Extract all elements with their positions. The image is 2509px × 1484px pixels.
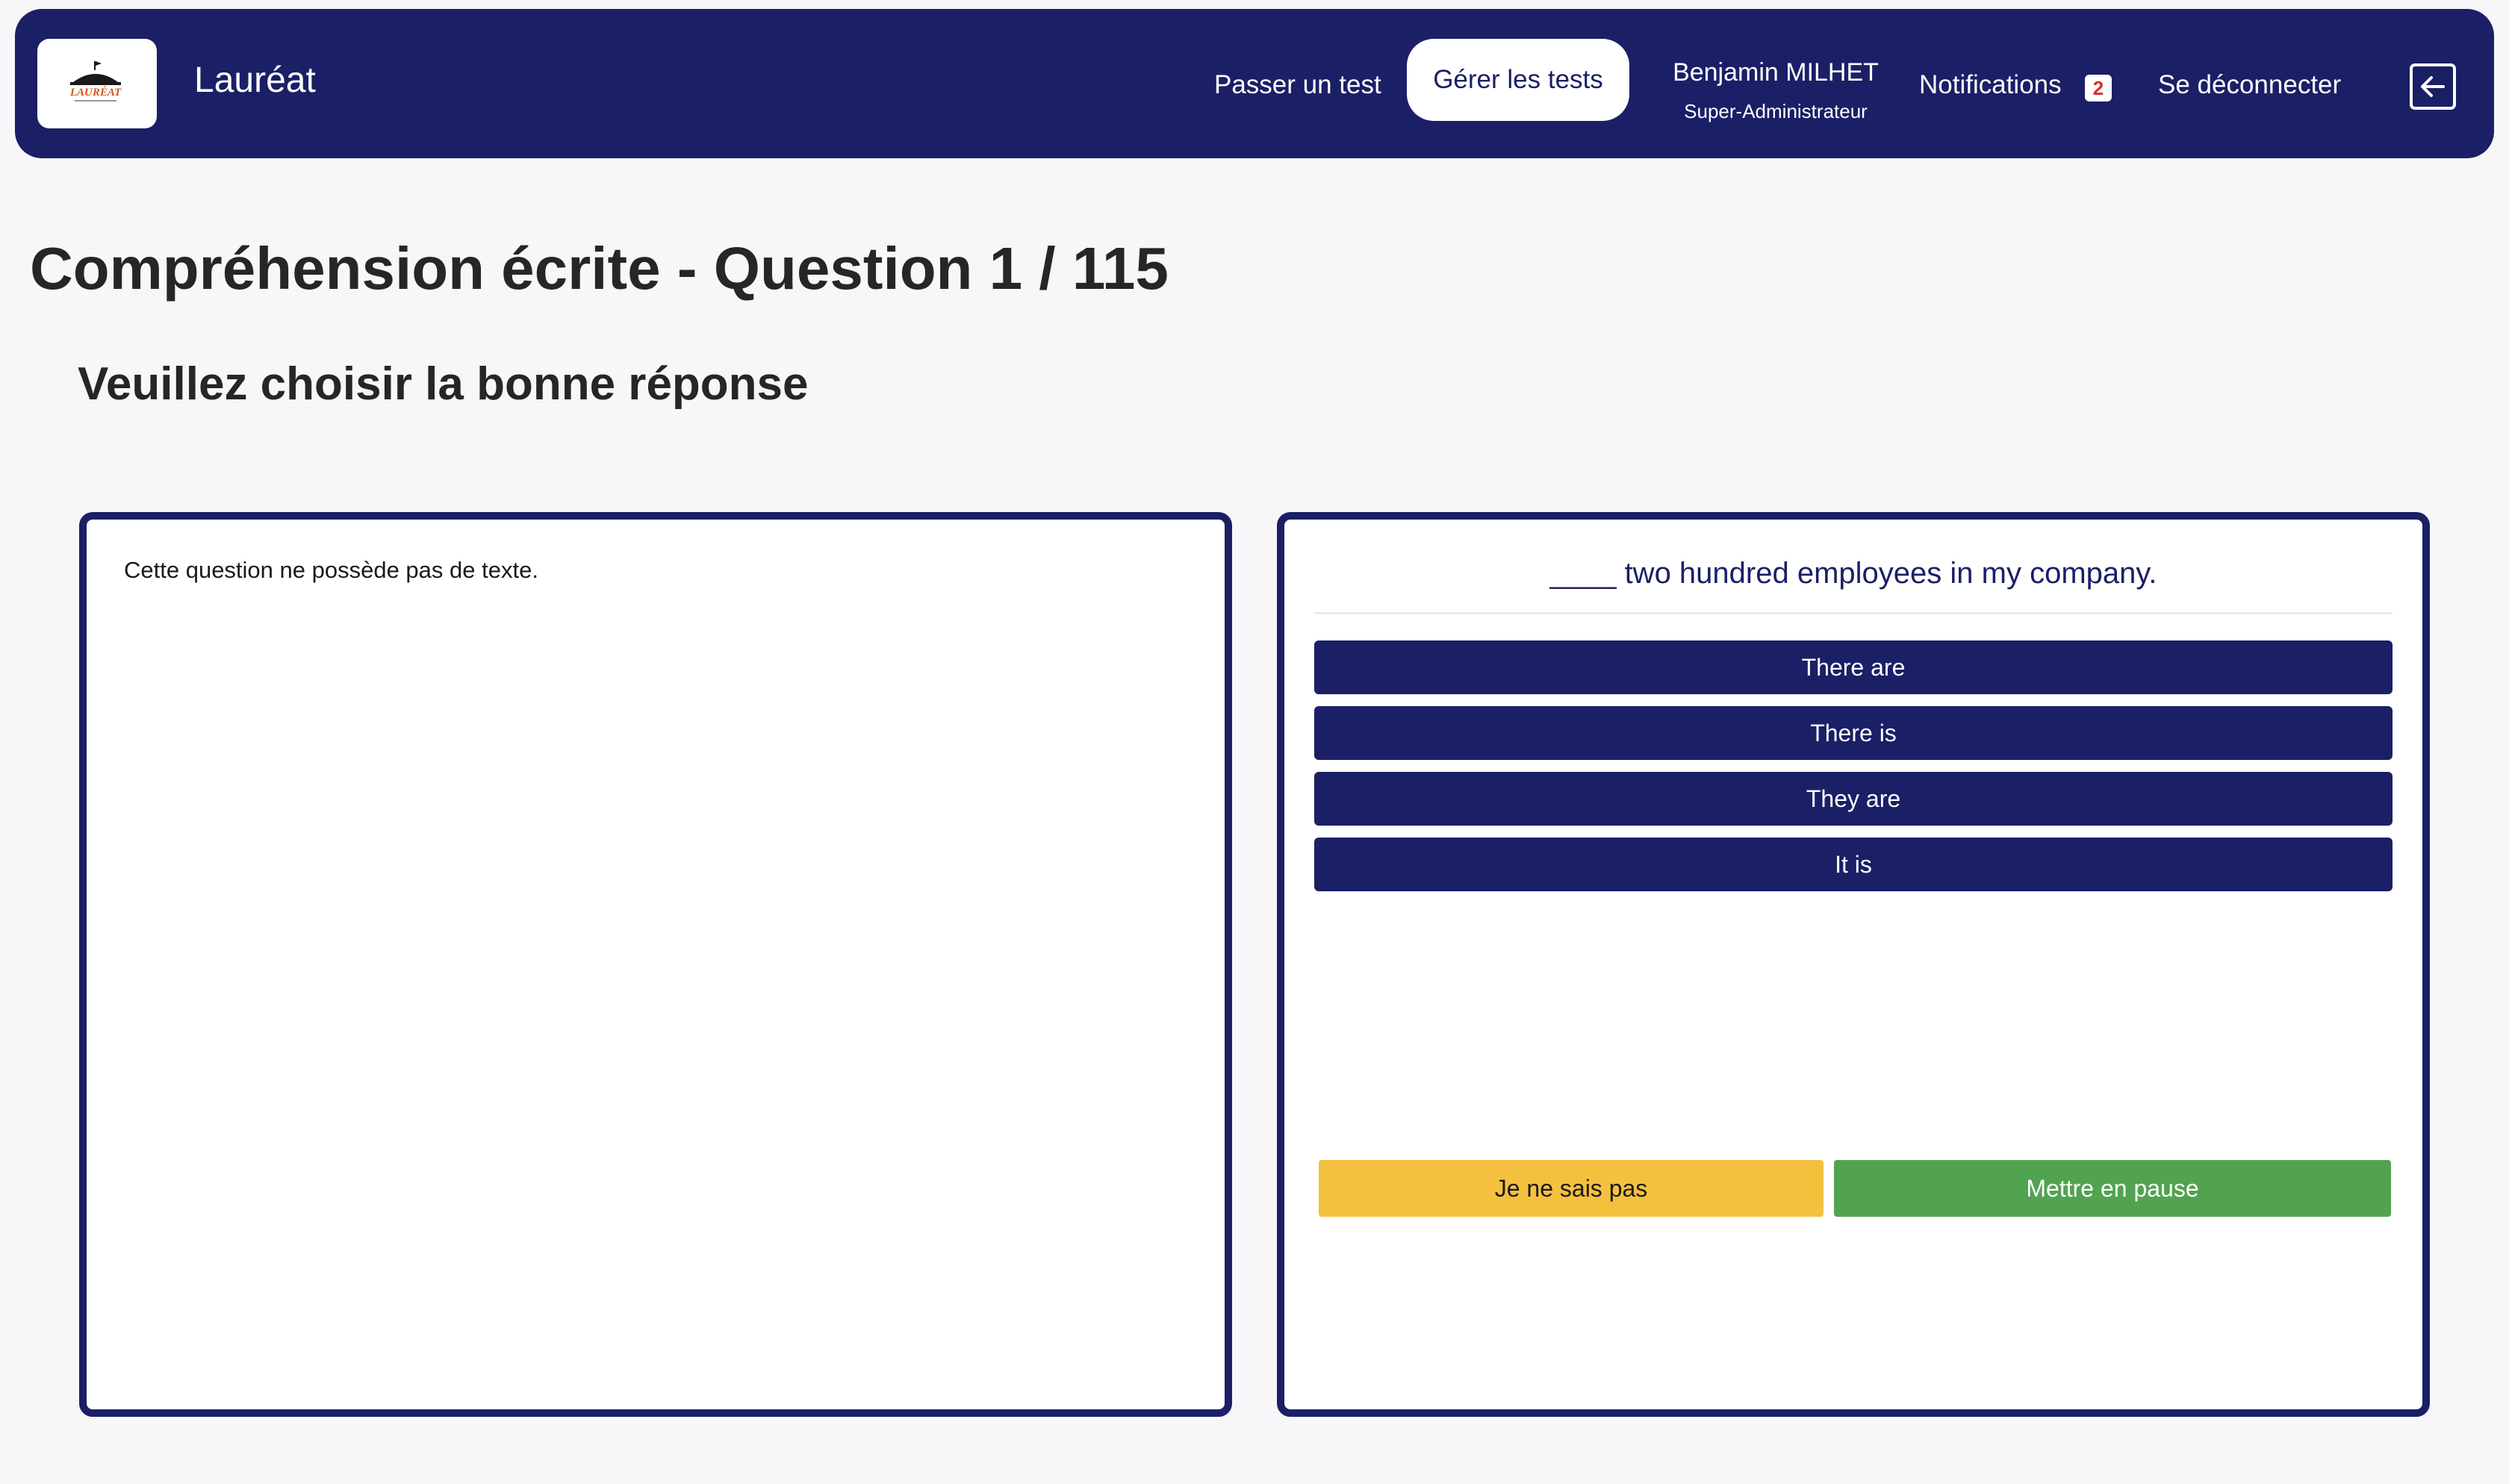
user-name[interactable]: Benjamin MILHET	[1658, 60, 1894, 85]
answer-option[interactable]: They are	[1314, 772, 2393, 826]
laureat-logo-icon: LAURÉAT	[69, 61, 122, 102]
divider	[1314, 612, 2393, 614]
answer-option[interactable]: There are	[1314, 640, 2393, 694]
pause-button[interactable]: Mettre en pause	[1834, 1160, 2391, 1217]
no-text-message: Cette question ne possède pas de texte.	[124, 557, 538, 583]
answer-option[interactable]: It is	[1314, 838, 2393, 891]
question-text: ____ two hundred employees in my company…	[1549, 557, 2157, 590]
nav-take-test[interactable]: Passer un test	[1214, 72, 1381, 98]
page-title: Compréhension écrite - Question 1 / 115	[30, 235, 1169, 302]
nav-notifications[interactable]: Notifications	[1919, 72, 2062, 98]
instruction-text: Veuillez choisir la bonne réponse	[78, 358, 809, 410]
nav-manage-tests[interactable]: Gérer les tests	[1407, 39, 1629, 121]
svg-text:LAURÉAT: LAURÉAT	[69, 86, 122, 99]
brand-name: Lauréat	[194, 60, 316, 100]
dont-know-button[interactable]: Je ne sais pas	[1319, 1160, 1824, 1217]
text-panel: Cette question ne possède pas de texte.	[79, 512, 1232, 1417]
question-panel: ____ two hundred employees in my company…	[1277, 512, 2430, 1417]
nav-logout[interactable]: Se déconnecter	[2158, 72, 2341, 98]
arrow-left-box-icon[interactable]	[2409, 63, 2457, 110]
answer-option[interactable]: There is	[1314, 706, 2393, 760]
top-navbar: LAURÉAT Lauréat Passer un test Gérer les…	[15, 9, 2494, 158]
user-role: Super-Administrateur	[1684, 100, 1868, 122]
logo[interactable]: LAURÉAT	[37, 39, 157, 128]
notifications-count-badge: 2	[2085, 75, 2112, 102]
